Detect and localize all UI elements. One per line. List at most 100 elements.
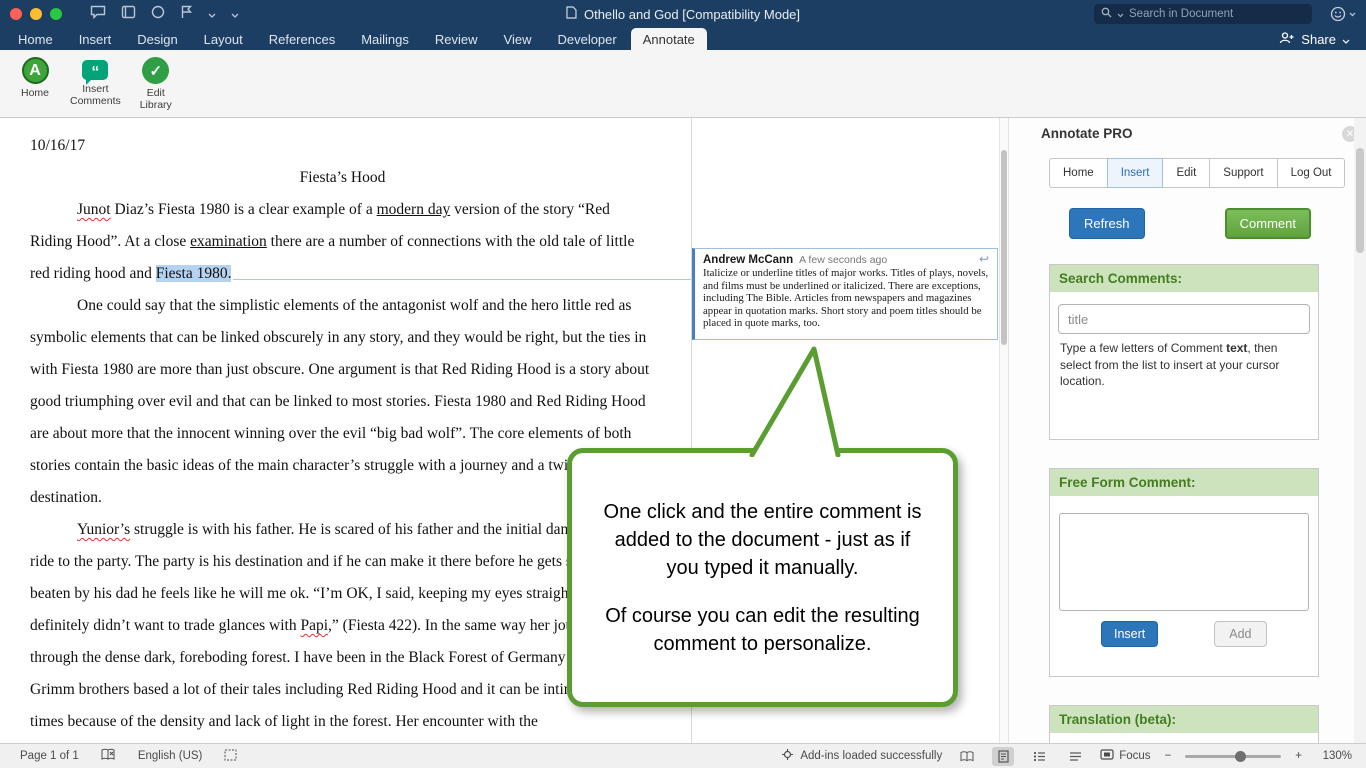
sidebar-tab-logout[interactable]: Log Out [1276,158,1346,188]
page-count[interactable]: Page 1 of 1 [20,750,79,762]
draft-view-icon[interactable] [1064,747,1086,766]
window-title-text: Othello and God [Compatibility Mode] [583,6,801,22]
print-layout-icon[interactable] [992,746,1015,766]
outline-view-icon[interactable] [1028,747,1050,766]
search-input[interactable] [1129,8,1305,20]
share-person-icon [1279,31,1295,47]
sidebar-tab-edit[interactable]: Edit [1162,158,1211,188]
word-window: Othello and God [Compatibility Mode] Hom… [0,0,1366,768]
close-window-button[interactable] [10,8,22,20]
check-circle-icon: ✓ [142,57,170,84]
document-page[interactable]: 10/16/17 Fiesta’s Hood Junot Diaz’s Fies… [30,130,655,738]
callout-text-2: Of course you can edit the resulting com… [605,604,920,655]
sidebar-tab-home[interactable]: Home [1049,158,1108,188]
search-scope-caret-icon[interactable] [1117,5,1124,23]
fullscreen-window-button[interactable] [50,8,62,20]
comment-anchor-line [233,279,691,280]
chevron-down-icon [1342,32,1350,47]
document-scrollbar-thumb[interactable] [1001,150,1007,345]
feedback-smiley-icon[interactable] [1330,6,1356,22]
insert-comments-button[interactable]: “ Insert Comments [70,57,121,107]
panel-scrollbar-thumb[interactable] [1356,148,1364,253]
free-form-textarea[interactable] [1059,513,1309,611]
insert-comments-label-2: Comments [70,94,121,107]
ribbon-tab-annotate[interactable]: Annotate [630,28,707,50]
language-indicator[interactable]: English (US) [138,750,203,762]
paragraph-3: Yunior’s struggle is with his father. He… [30,514,655,738]
insert-button[interactable]: Insert [1101,621,1159,647]
ribbon-tab-layout[interactable]: Layout [192,28,255,50]
document-date: 10/16/17 [30,137,86,154]
misspelled-word: Junot [77,201,111,218]
window-title: Othello and God [Compatibility Mode] [566,0,800,28]
edit-library-label-1: Edit [146,87,165,99]
zoom-out-button[interactable]: − [1165,750,1172,762]
add-button[interactable]: Add [1214,621,1267,647]
text-select-icon[interactable] [224,749,237,764]
edit-library-label-2: Library [139,98,172,111]
translation-section: Translation (beta): [1049,705,1319,743]
chevron-down-icon[interactable] [208,5,216,23]
window-controls [10,8,62,20]
search-comments-section: Search Comments: Type a few letters of C… [1049,264,1319,440]
comment-bubble-icon: “ [82,60,109,85]
sidebar-tab-support[interactable]: Support [1209,158,1278,188]
document-icon [566,6,577,22]
ribbon-tab-bar: Home Insert Design Layout References Mai… [0,28,1366,50]
circle-status-icon[interactable] [151,5,165,24]
annotate-logo-icon: A [21,57,49,84]
zoom-slider[interactable] [1185,750,1282,762]
comment-author: Andrew McCann [703,254,794,266]
search-in-document[interactable] [1094,4,1312,24]
ribbon-tab-review[interactable]: Review [423,28,490,50]
spellcheck-icon[interactable] [101,748,116,764]
free-form-header: Free Form Comment: [1050,469,1318,496]
comment-card[interactable]: Andrew McCann A few seconds ago ↩ Italic… [692,248,998,340]
annotate-pro-panel: Annotate PRO ✕ Home Insert Edit Support … [1008,118,1366,743]
misspelled-word: Yunior’s [77,521,131,538]
ribbon-tab-design[interactable]: Design [125,28,189,50]
annotate-home-label: Home [20,87,49,99]
read-mode-icon[interactable] [956,747,978,766]
quick-access-toolbar [90,0,239,28]
selected-text: Fiesta 1980. [155,265,232,282]
zoom-in-button[interactable]: + [1295,750,1302,762]
comment-timestamp: A few seconds ago [799,254,888,266]
search-comments-header: Search Comments: [1050,265,1318,292]
refresh-button[interactable]: Refresh [1069,208,1145,239]
ribbon-tab-insert[interactable]: Insert [67,28,124,50]
ribbon-tab-mailings[interactable]: Mailings [349,28,421,50]
panel-scrollbar[interactable] [1354,118,1366,743]
ribbon-tab-developer[interactable]: Developer [545,28,628,50]
chevron-down-icon[interactable] [231,5,239,23]
comment-text: Italicize or underline titles of major w… [703,267,989,330]
paragraph-2: One could say that the simplistic elemen… [30,297,650,506]
flag-icon[interactable] [180,5,193,24]
notebook-icon[interactable] [121,5,136,24]
minimize-window-button[interactable] [30,8,42,20]
callout-text-1: One click and the entire comment is adde… [603,500,922,579]
help-text-bold: text [1226,341,1248,355]
reply-icon[interactable]: ↩ [979,252,989,266]
paragraph-1: Junot Diaz’s Fiesta 1980 is a clear exam… [30,194,655,290]
ribbon-tab-home[interactable]: Home [6,28,65,50]
document-canvas: 10/16/17 Fiesta’s Hood Junot Diaz’s Fies… [0,118,1008,743]
zoom-slider-thumb[interactable] [1235,750,1247,762]
panel-title: Annotate PRO [1041,126,1133,141]
underlined-phrase: examination [190,233,267,250]
essay-title: Fiesta’s Hood [299,169,386,186]
addins-status-text: Add-ins loaded successfully [800,750,943,762]
ribbon-tab-references[interactable]: References [257,28,347,50]
document-scrollbar[interactable] [999,118,1008,743]
addins-gear-icon [781,748,794,764]
sidebar-tab-insert[interactable]: Insert [1106,158,1164,188]
edit-library-button[interactable]: ✓ Edit Library [131,57,181,111]
annotate-home-button[interactable]: A Home [10,57,60,100]
comment-button[interactable]: Comment [1224,208,1311,239]
zoom-percentage[interactable]: 130% [1316,750,1352,762]
focus-toggle[interactable]: Focus [1100,749,1151,763]
ribbon-tab-view[interactable]: View [492,28,544,50]
search-comments-input[interactable] [1058,304,1310,334]
share-button[interactable]: Share [1279,28,1350,50]
chat-icon[interactable] [90,5,106,24]
